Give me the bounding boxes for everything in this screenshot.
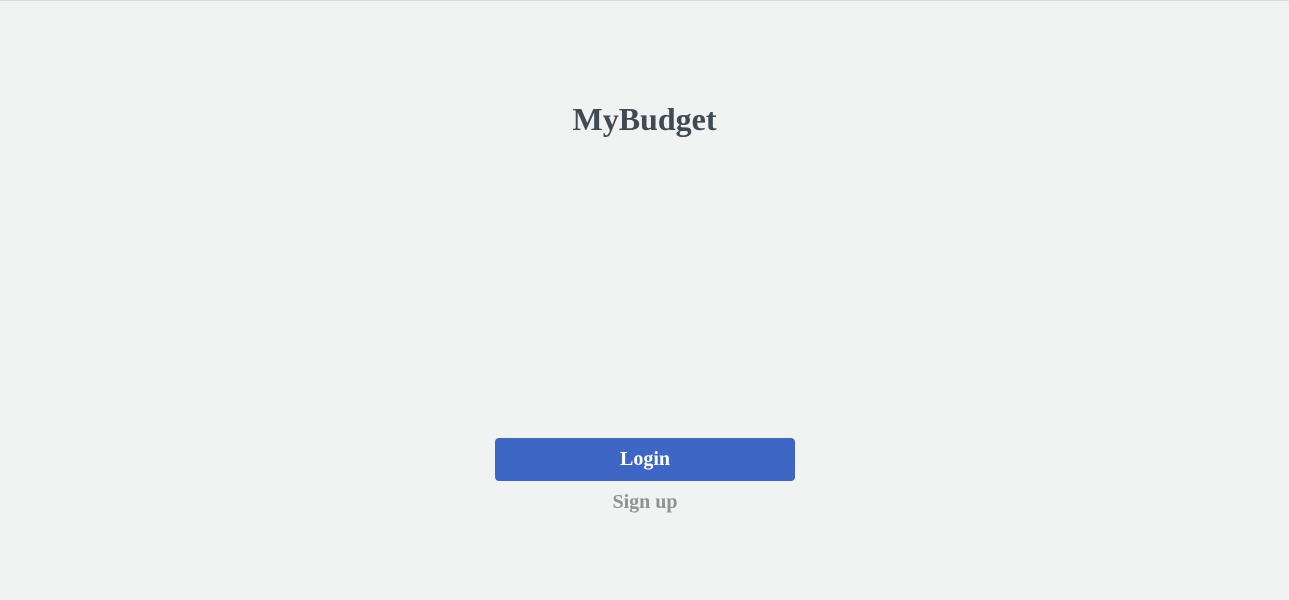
top-border — [0, 0, 1289, 1]
app-title: MyBudget — [572, 101, 717, 137]
login-button[interactable]: Login — [495, 438, 795, 481]
signup-link[interactable]: Sign up — [495, 489, 795, 515]
